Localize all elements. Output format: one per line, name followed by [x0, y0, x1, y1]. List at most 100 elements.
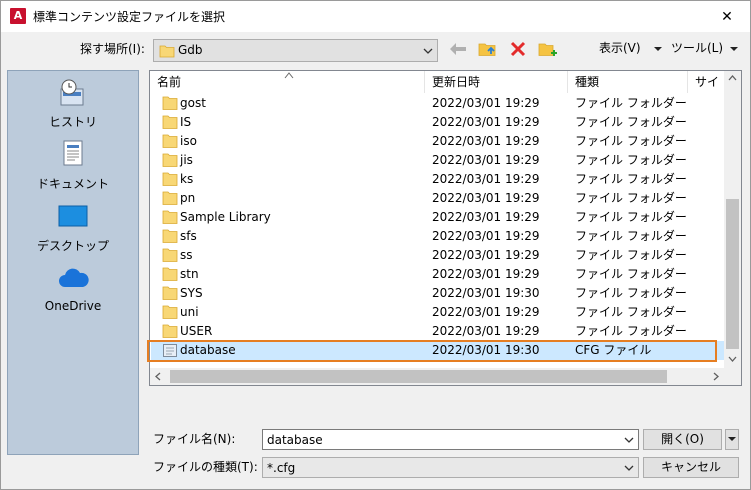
file-type: ファイル フォルダー [575, 229, 687, 243]
file-date: 2022/03/01 19:29 [432, 248, 540, 262]
open-button[interactable]: 開く(O) [643, 429, 722, 450]
horizontal-scrollbar[interactable] [150, 368, 726, 385]
file-name: Sample Library [180, 210, 271, 224]
folder-icon [162, 229, 178, 244]
file-row[interactable]: pn 2022/03/01 19:29 ファイル フォルダー [151, 189, 726, 208]
place-history[interactable]: ヒストリ [8, 77, 138, 137]
file-row[interactable]: uni 2022/03/01 19:29 ファイル フォルダー [151, 303, 726, 322]
place-label: OneDrive [44, 299, 102, 313]
sort-ascending-icon [284, 66, 294, 88]
file-date: 2022/03/01 19:29 [432, 267, 540, 281]
file-row[interactable]: Sample Library 2022/03/01 19:29 ファイル フォルダー [151, 208, 726, 227]
file-date: 2022/03/01 19:29 [432, 305, 540, 319]
file-dialog: A 標準コンテンツ設定ファイルを選択 ✕ 探す場所(I): Gdb 表示(V) … [0, 0, 751, 490]
filetype-select[interactable]: *.cfg [262, 457, 639, 478]
folder-icon [159, 44, 175, 61]
open-button-label: 開く(O) [661, 432, 704, 446]
file-date: 2022/03/01 19:29 [432, 229, 540, 243]
caret-down-icon [728, 437, 736, 441]
file-date: 2022/03/01 19:29 [432, 172, 540, 186]
file-row[interactable]: gost 2022/03/01 19:29 ファイル フォルダー [151, 94, 726, 113]
column-header-label: 更新日時 [432, 75, 481, 89]
column-header-label: 名前 [157, 75, 182, 89]
file-name: iso [180, 134, 197, 148]
file-row[interactable]: stn 2022/03/01 19:29 ファイル フォルダー [151, 265, 726, 284]
place-desktop[interactable]: デスクトップ [8, 201, 138, 261]
tools-dropdown-arrow[interactable] [729, 38, 739, 58]
lookin-label: 探す場所(I): [80, 42, 145, 56]
file-type: ファイル フォルダー [575, 153, 687, 167]
column-header-label: 種類 [575, 75, 600, 89]
horizontal-scroll-thumb[interactable] [170, 370, 667, 383]
filename-value: database [267, 433, 323, 447]
file-row[interactable]: SYS 2022/03/01 19:30 ファイル フォルダー [151, 284, 726, 303]
lookin-combo[interactable]: Gdb [153, 39, 438, 62]
folder-icon [162, 324, 178, 339]
file-name: pn [180, 191, 196, 205]
scroll-right-icon[interactable] [713, 372, 719, 384]
file-type: ファイル フォルダー [575, 115, 687, 129]
file-date: 2022/03/01 19:29 [432, 153, 540, 167]
column-header-name[interactable]: 名前 [150, 71, 425, 93]
scroll-up-icon[interactable] [728, 74, 737, 84]
cancel-button-label: キャンセル [660, 460, 721, 474]
documents-icon [57, 139, 89, 171]
file-row[interactable]: sfs 2022/03/01 19:29 ファイル フォルダー [151, 227, 726, 246]
folder-icon [162, 267, 178, 282]
title-bar: A 標準コンテンツ設定ファイルを選択 ✕ [1, 1, 750, 32]
scroll-down-icon[interactable] [728, 355, 737, 365]
file-type: ファイル フォルダー [575, 210, 687, 224]
file-row[interactable]: USER 2022/03/01 19:29 ファイル フォルダー [151, 322, 726, 341]
file-name: USER [180, 324, 213, 338]
view-dropdown-arrow[interactable] [653, 38, 663, 58]
open-options-button[interactable] [725, 429, 739, 450]
file-row[interactable]: IS 2022/03/01 19:29 ファイル フォルダー [151, 113, 726, 132]
filename-input[interactable]: database [262, 429, 639, 450]
desktop-icon [57, 201, 89, 233]
file-name: ss [180, 248, 193, 262]
file-row[interactable]: ks 2022/03/01 19:29 ファイル フォルダー [151, 170, 726, 189]
file-row[interactable]: database 2022/03/01 19:30 CFG ファイル [151, 341, 726, 360]
file-name: uni [180, 305, 199, 319]
folder-icon [162, 191, 178, 206]
new-folder-icon[interactable] [537, 38, 559, 60]
cancel-button[interactable]: キャンセル [643, 457, 739, 478]
back-arrow-icon[interactable] [447, 38, 469, 60]
view-menu-button[interactable]: 表示(V) [599, 38, 641, 58]
delete-icon[interactable] [507, 38, 529, 60]
file-type: ファイル フォルダー [575, 134, 687, 148]
vertical-scrollbar[interactable] [724, 71, 741, 368]
chevron-down-icon [624, 462, 634, 476]
vertical-scroll-thumb[interactable] [726, 199, 739, 349]
folder-icon [162, 134, 178, 149]
file-type: ファイル フォルダー [575, 191, 687, 205]
file-name: ks [180, 172, 194, 186]
file-row[interactable]: iso 2022/03/01 19:29 ファイル フォルダー [151, 132, 726, 151]
column-header-type[interactable]: 種類 [568, 71, 688, 93]
file-name: jis [180, 153, 193, 167]
folder-icon [162, 210, 178, 225]
close-icon: ✕ [721, 8, 733, 25]
file-name: gost [180, 96, 206, 110]
file-row[interactable]: jis 2022/03/01 19:29 ファイル フォルダー [151, 151, 726, 170]
file-date: 2022/03/01 19:29 [432, 324, 540, 338]
tools-menu-button[interactable]: ツール(L) [671, 38, 723, 58]
chevron-down-icon[interactable] [624, 434, 634, 448]
column-header-date[interactable]: 更新日時 [425, 71, 568, 93]
place-documents[interactable]: ドキュメント [8, 139, 138, 199]
file-row[interactable]: ss 2022/03/01 19:29 ファイル フォルダー [151, 246, 726, 265]
column-header-size[interactable]: サイズ [688, 71, 726, 93]
file-list[interactable]: 名前 更新日時 種類 サイズ gost 2022/03/01 19:29 ファイル … [149, 70, 742, 386]
scroll-left-icon[interactable] [155, 372, 161, 384]
place-onedrive[interactable]: OneDrive [8, 263, 138, 323]
folder-up-icon[interactable] [477, 38, 499, 60]
file-name: SYS [180, 286, 203, 300]
folder-icon [162, 305, 178, 320]
column-header-label: サイズ [695, 75, 720, 89]
file-name: sfs [180, 229, 197, 243]
onedrive-icon [57, 263, 89, 295]
close-button[interactable]: ✕ [704, 1, 750, 32]
places-bar: ヒストリ ドキュメント デスクトップ OneDrive [7, 70, 139, 455]
file-name: database [180, 343, 236, 357]
file-date: 2022/03/01 19:29 [432, 191, 540, 205]
